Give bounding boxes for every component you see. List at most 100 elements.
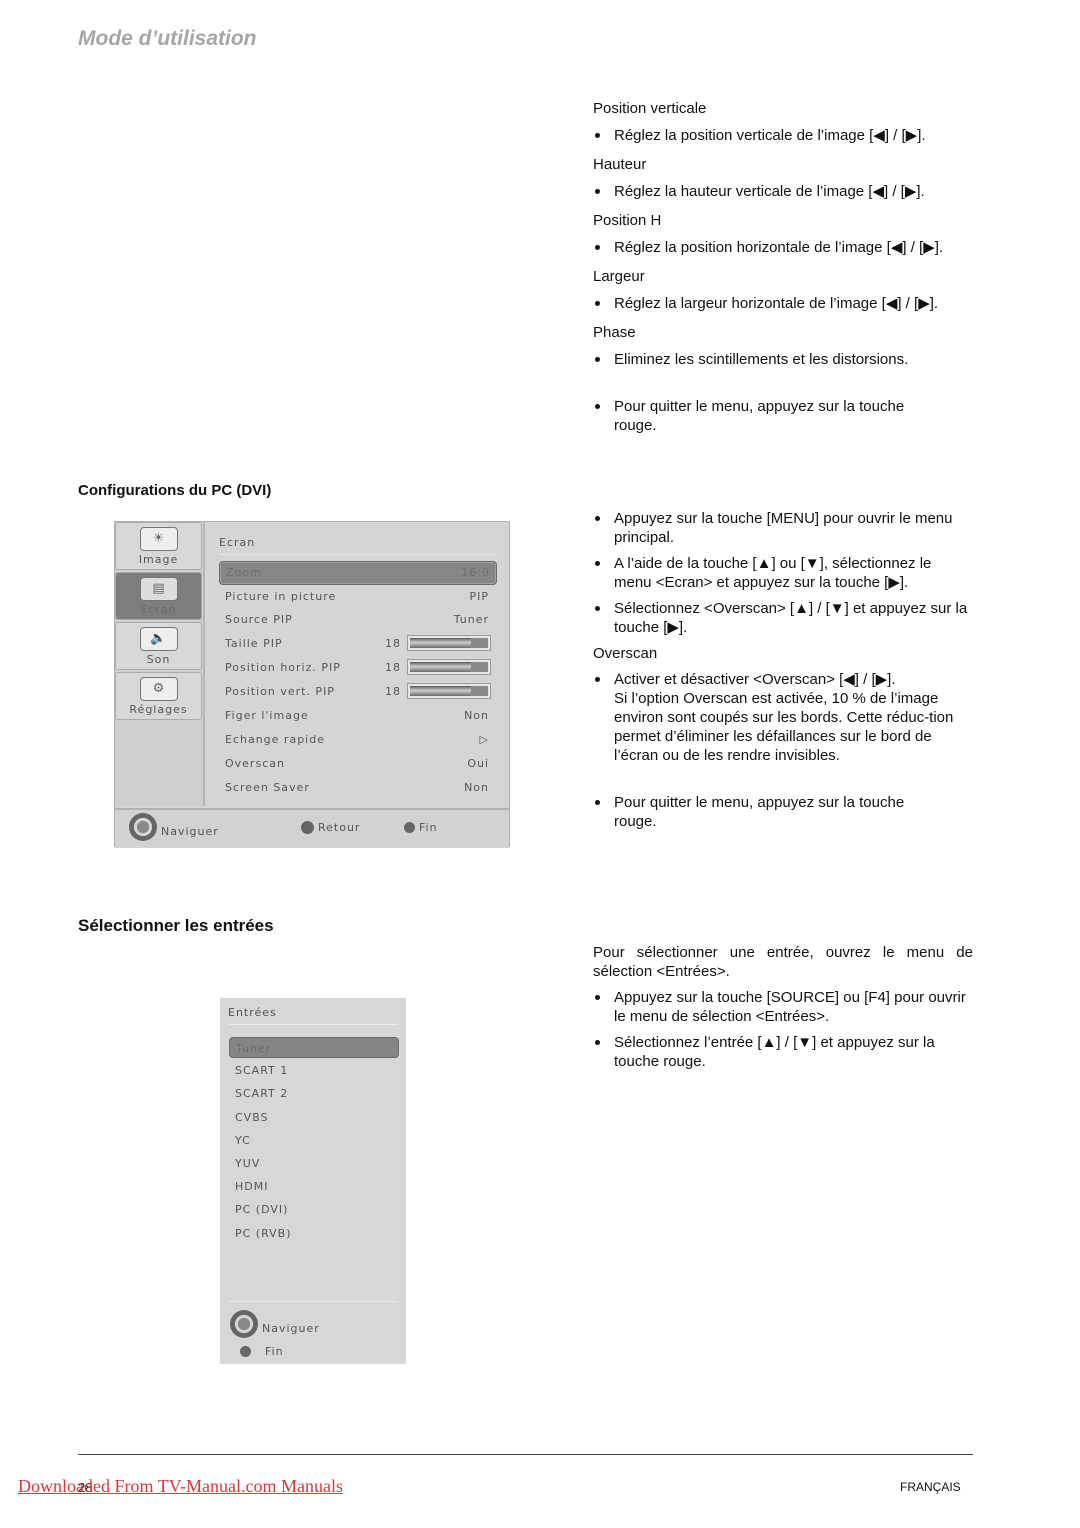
subheading-largeur: Largeur [593,268,645,285]
row-number: 18 [385,637,401,650]
return-button-icon [301,821,314,834]
osd-row-position-horiz-pip[interactable]: Position horiz. PIP 18 [219,657,495,679]
input-item-tuner[interactable]: Tuner [229,1037,399,1058]
inputs-instructions: Appuyez sur la touche [SOURCE] ou [F4] p… [593,988,973,1071]
screen-icon: ▤ [139,577,178,601]
step-select-overscan: Sélectionnez <Overscan> [▲] / [▼] et app… [593,599,973,637]
osd-sidebar-label: Réglages [129,703,188,716]
row-value: Non [464,709,489,722]
input-item-yuv[interactable]: YUV [229,1153,399,1174]
bullet-largeur: Réglez la largeur horizontale de l’image… [593,294,973,313]
input-item-hdmi[interactable]: HDMI [229,1176,399,1197]
heading-pc-dvi: Configurations du PC (DVI) [78,482,272,499]
bullet-quit-pc: Pour quitter le menu, appuyez sur la tou… [593,793,944,831]
inputs-menu-title: Entrées [228,1006,277,1019]
input-label: YUV [235,1157,261,1170]
input-label: SCART 2 [235,1087,289,1100]
osd-row-figer-image[interactable]: Figer l'image Non [219,705,495,727]
subheading-hauteur: Hauteur [593,156,647,173]
footer-end: Fin [404,821,438,834]
step-select-ecran: A l’aide de la touche [▲] ou [▼], sélect… [593,554,973,592]
play-arrow-icon: ▷ [479,733,489,746]
bullet-quit: Pour quitter le menu, appuyez sur la tou… [593,397,944,435]
red-button-icon [240,1346,251,1357]
row-value: PIP [469,590,489,603]
red-button-icon [404,822,415,833]
step-open-menu: Appuyez sur la touche [MENU] pour ouvrir… [593,509,973,547]
step-open-sources: Appuyez sur la touche [SOURCE] ou [F4] p… [593,988,973,1026]
row-value: 16:9 [461,566,490,579]
row-label: Echange rapide [225,733,325,746]
input-label: CVBS [235,1111,269,1124]
osd-menu-title: Ecran [219,536,256,549]
divider [228,1024,398,1025]
osd-sidebar-item-ecran[interactable]: ▤ Ecran [115,572,202,620]
navigate-label: Naviguer [161,824,219,838]
sun-icon: ☀ [139,527,178,551]
osd-row-position-vert-pip[interactable]: Position vert. PIP 18 [219,681,495,703]
row-label: Picture in picture [225,590,337,603]
row-value: Non [464,781,489,794]
step-select-input: Sélectionnez l’entrée [▲] / [▼] et appuy… [593,1033,973,1071]
osd-footer: Naviguer Retour Fin [115,808,509,848]
osd-sidebar-item-son[interactable]: 🔈 Son [115,622,202,670]
row-label: Source PIP [225,613,293,626]
slider-taille-pip[interactable] [407,635,491,651]
navigate-label: Naviguer [262,1321,320,1335]
slider-fill [410,686,471,696]
subheading-overscan: Overscan [593,645,658,662]
osd-row-echange-rapide[interactable]: Echange rapide ▷ [219,729,495,751]
input-label: Tuner [236,1042,272,1055]
row-value: Oui [467,757,489,770]
bullet-position-verticale: Réglez la position verticale de l’image … [593,126,973,145]
input-label: PC (RVB) [235,1227,292,1240]
osd-row-screen-saver[interactable]: Screen Saver Non [219,777,495,799]
osd-row-taille-pip[interactable]: Taille PIP 18 [219,633,495,655]
subheading-phase: Phase [593,324,636,341]
slider-position-horiz-pip[interactable] [407,659,491,675]
row-value: Tuner [453,613,489,626]
footer-back: Retour [301,821,360,834]
row-label: Position vert. PIP [225,685,335,698]
footer-navigate: Naviguer [129,813,219,841]
language-label: FRANÇAIS [900,1480,961,1494]
slider-fill [410,638,471,648]
row-label: Position horiz. PIP [225,661,341,674]
osd-sidebar-label: Ecran [140,603,177,616]
row-label: Zoom [226,566,262,579]
input-item-scart-2[interactable]: SCART 2 [229,1083,399,1104]
osd-row-overscan[interactable]: Overscan Oui [219,753,495,775]
end-label: Fin [419,821,438,834]
overscan-toggle-text: Activer et désactiver <Overscan> [◀] / [… [614,671,896,688]
bullet-hauteur: Réglez la hauteur verticale de l’image [… [593,182,973,201]
input-item-scart-1[interactable]: SCART 1 [229,1060,399,1081]
input-label: SCART 1 [235,1064,289,1077]
input-label: YC [235,1134,251,1147]
input-item-pc-dvi[interactable]: PC (DVI) [229,1199,399,1220]
osd-row-source-pip[interactable]: Source PIP Tuner [219,609,495,631]
osd-row-picture-in-picture[interactable]: Picture in picture PIP [219,586,495,608]
input-item-yc[interactable]: YC [229,1130,399,1151]
page-title: Mode d’utilisation [78,27,257,50]
overscan-description: Si l’option Overscan est activée, 10 % d… [614,690,954,764]
osd-sidebar-label: Son [146,653,171,666]
input-item-pc-rvb[interactable]: PC (RVB) [229,1223,399,1244]
row-label: Screen Saver [225,781,310,794]
osd-sidebar-item-reglages[interactable]: ⚙ Réglages [115,672,202,720]
settings-icon: ⚙ [139,677,178,701]
speaker-icon: 🔈 [139,627,178,651]
osd-sidebar-item-image[interactable]: ☀ Image [115,522,202,570]
input-item-cvbs[interactable]: CVBS [229,1107,399,1128]
row-number: 18 [385,661,401,674]
row-label: Figer l'image [225,709,309,722]
inputs-menu: Entrées Tuner SCART 1 SCART 2 CVBS YC YU… [220,998,406,1364]
bullet-overscan: Activer et désactiver <Overscan> [◀] / [… [593,670,973,765]
download-source-link[interactable]: Downloaded From TV-Manual.com Manuals [18,1476,343,1497]
input-label: PC (DVI) [235,1203,289,1216]
osd-row-zoom[interactable]: Zoom 16:9 [219,561,497,585]
slider-fill [410,662,471,672]
subheading-position-h: Position H [593,212,662,229]
bullet-position-h: Réglez la position horizontale de l’imag… [593,238,973,257]
slider-position-vert-pip[interactable] [407,683,491,699]
subheading-position-verticale: Position verticale [593,100,707,117]
